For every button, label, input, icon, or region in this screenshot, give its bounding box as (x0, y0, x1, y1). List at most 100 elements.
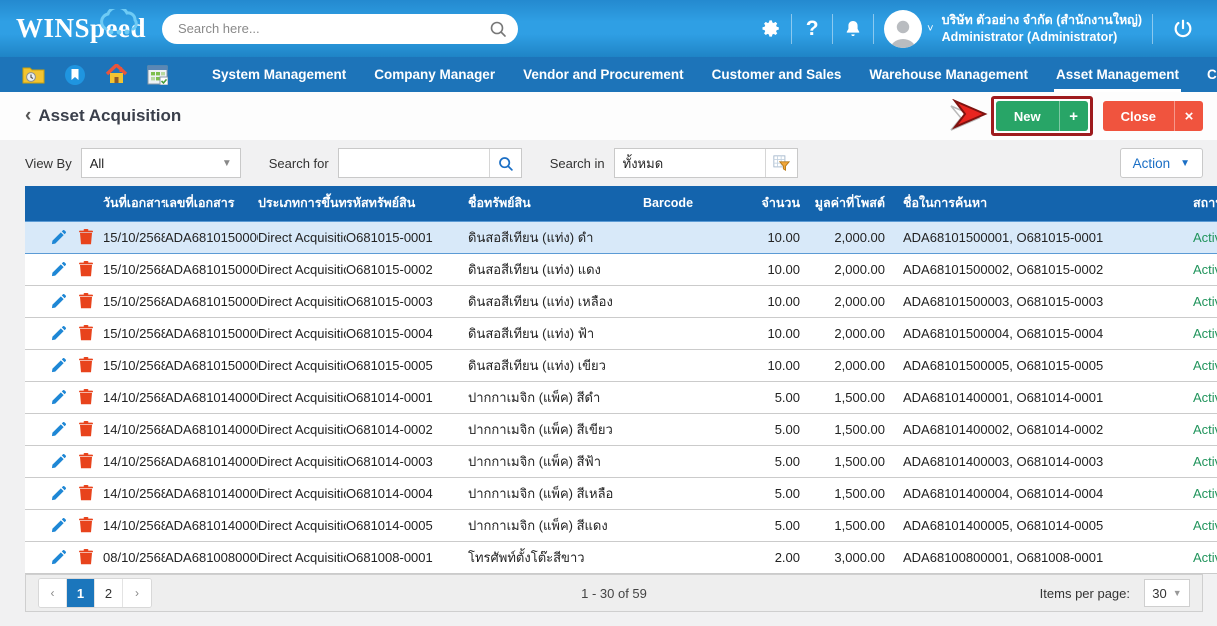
cell-doc_no: ADA68100800001 (165, 541, 258, 573)
delete-trash-icon[interactable] (79, 229, 93, 245)
table-row[interactable]: 15/10/2568ADA68101500004Direct Acquisiti… (25, 317, 1217, 349)
edit-pencil-icon[interactable] (51, 517, 66, 533)
help-icon[interactable]: ? (792, 17, 832, 41)
edit-pencil-icon[interactable] (51, 389, 66, 405)
delete-trash-icon[interactable] (79, 549, 93, 565)
table-row[interactable]: 15/10/2568ADA68101500003Direct Acquisiti… (25, 285, 1217, 317)
edit-pencil-icon[interactable] (51, 485, 66, 501)
edit-pencil-icon[interactable] (51, 261, 66, 277)
edit-pencil-icon[interactable] (51, 453, 66, 469)
delete-trash-icon[interactable] (79, 517, 93, 533)
search-for-input[interactable] (338, 149, 489, 177)
nav-item-vendor-and-procurement[interactable]: Vendor and Procurement (509, 57, 698, 92)
search-submit-icon[interactable] (488, 149, 521, 177)
table-row[interactable]: 08/10/2568ADA68100800001Direct Acquisiti… (25, 541, 1217, 573)
delete-trash-icon[interactable] (79, 453, 93, 469)
delete-trash-icon[interactable] (79, 261, 93, 277)
action-dropdown-button[interactable]: Action ▼ (1119, 148, 1203, 178)
nav-item-customer-and-sales[interactable]: Customer and Sales (698, 57, 856, 92)
cell-status: Active (1183, 253, 1217, 285)
column-header[interactable]: จำนวน (748, 186, 808, 221)
new-button[interactable]: New + (995, 101, 1088, 131)
cell-asset_name: ปากกาเมจิก (แพ็ค) สีเขียว (468, 413, 643, 445)
column-header[interactable]: Barcode (643, 186, 748, 221)
plus-icon[interactable]: + (1058, 101, 1088, 131)
column-header[interactable]: สถานะ (1183, 186, 1217, 221)
delete-trash-icon[interactable] (79, 389, 93, 405)
edit-pencil-icon[interactable] (51, 357, 66, 373)
global-search-input[interactable] (178, 21, 488, 36)
table-row[interactable]: 15/10/2568ADA68101500005Direct Acquisiti… (25, 349, 1217, 381)
close-x-icon[interactable]: × (1174, 101, 1203, 131)
winspeed-logo[interactable]: WINSpeed (16, 9, 158, 44)
edit-pencil-icon[interactable] (51, 421, 66, 437)
column-header[interactable]: ชื่อทรัพย์สิน (468, 186, 643, 221)
cloud-icon (100, 9, 138, 35)
delete-trash-icon[interactable] (79, 485, 93, 501)
table-row[interactable]: 14/10/2568ADA68101400001Direct Acquisiti… (25, 381, 1217, 413)
nav-item-warehouse-management[interactable]: Warehouse Management (855, 57, 1042, 92)
search-icon[interactable] (488, 19, 508, 39)
edit-pencil-icon[interactable] (51, 325, 66, 341)
user-menu[interactable]: ˅ บริษัท ตัวอย่าง จำกัด (สำนักงานใหญ่) A… (884, 9, 1142, 48)
table-row[interactable]: 14/10/2568ADA68101400005Direct Acquisiti… (25, 509, 1217, 541)
main-navbar: System Management Company Manager Vendor a… (0, 57, 1217, 92)
table-row[interactable]: 14/10/2568ADA68101400002Direct Acquisiti… (25, 413, 1217, 445)
edit-pencil-icon[interactable] (51, 293, 66, 309)
next-page-button[interactable]: › (123, 579, 151, 607)
row-actions (25, 253, 103, 285)
delete-trash-icon[interactable] (79, 357, 93, 373)
calendar-icon[interactable] (147, 65, 168, 85)
cell-asset_code: O681015-0004 (346, 317, 468, 349)
search-in-label: Search in (549, 155, 605, 171)
back-chevron-icon[interactable]: ‹ (25, 105, 31, 127)
table-row[interactable]: 15/10/2568ADA68101500002Direct Acquisiti… (25, 253, 1217, 285)
nav-item-cash-management[interactable]: Cash Management (1193, 57, 1217, 92)
nav-item-system-management[interactable]: System Management (198, 57, 360, 92)
filter-funnel-icon[interactable] (764, 149, 797, 177)
column-header[interactable]: ชื่อในการค้นหา (893, 186, 1183, 221)
table-row[interactable]: 14/10/2568ADA68101400004Direct Acquisiti… (25, 477, 1217, 509)
cell-value: 2,000.00 (808, 221, 893, 253)
table-row[interactable]: 15/10/2568ADA68101500001Direct Acquisiti… (25, 221, 1217, 253)
home-icon[interactable] (105, 64, 128, 85)
view-by-select[interactable]: All ▼ (80, 148, 241, 178)
cell-date: 14/10/2568 (103, 477, 165, 509)
prev-page-button[interactable]: ‹ (39, 579, 67, 607)
column-header[interactable]: รหัสทรัพย์สิน (346, 186, 468, 221)
logout-power-icon[interactable] (1163, 18, 1203, 40)
items-per-page-select[interactable]: 30 ▼ (1144, 579, 1190, 607)
search-in-input[interactable] (614, 149, 765, 177)
column-header[interactable]: มูลค่าที่โพสต์ (808, 186, 893, 221)
cell-barcode (643, 477, 748, 509)
delete-trash-icon[interactable] (79, 421, 93, 437)
notifications-bell-icon[interactable] (833, 18, 873, 39)
items-per-page-label: Items per page: (1039, 585, 1130, 601)
main-menu: System Management Company Manager Vendor a… (198, 57, 1217, 92)
recent-folder-icon[interactable] (22, 65, 45, 85)
delete-trash-icon[interactable] (79, 293, 93, 309)
global-search[interactable] (162, 13, 518, 44)
cell-search_name: ADA68101400003, O681014-0003 (893, 445, 1183, 477)
cell-barcode (643, 445, 748, 477)
nav-item-company-manager[interactable]: Company Manager (360, 57, 509, 92)
cell-asset_code: O681014-0003 (346, 445, 468, 477)
nav-item-asset-management[interactable]: Asset Management (1042, 57, 1193, 92)
page-button-2[interactable]: 2 (95, 579, 123, 607)
edit-pencil-icon[interactable] (51, 549, 66, 565)
row-actions (25, 541, 103, 573)
edit-pencil-icon[interactable] (51, 229, 66, 245)
bookmark-icon[interactable] (64, 64, 86, 86)
user-avatar (884, 9, 923, 48)
table-row[interactable]: 14/10/2568ADA68101400003Direct Acquisiti… (25, 445, 1217, 477)
delete-trash-icon[interactable] (79, 325, 93, 341)
cell-status: Active (1183, 317, 1217, 349)
settings-gear-icon[interactable] (751, 18, 791, 39)
page-button-1[interactable]: 1 (67, 579, 95, 607)
column-header[interactable]: ประเภทการขึ้นทะเบียน (258, 186, 346, 221)
column-header[interactable]: วันที่เอกสาร (103, 186, 165, 221)
column-header[interactable]: เลขที่เอกสาร (165, 186, 258, 221)
close-button[interactable]: Close × (1102, 101, 1203, 131)
cell-type: Direct Acquisition (258, 445, 346, 477)
cell-type: Direct Acquisition (258, 477, 346, 509)
